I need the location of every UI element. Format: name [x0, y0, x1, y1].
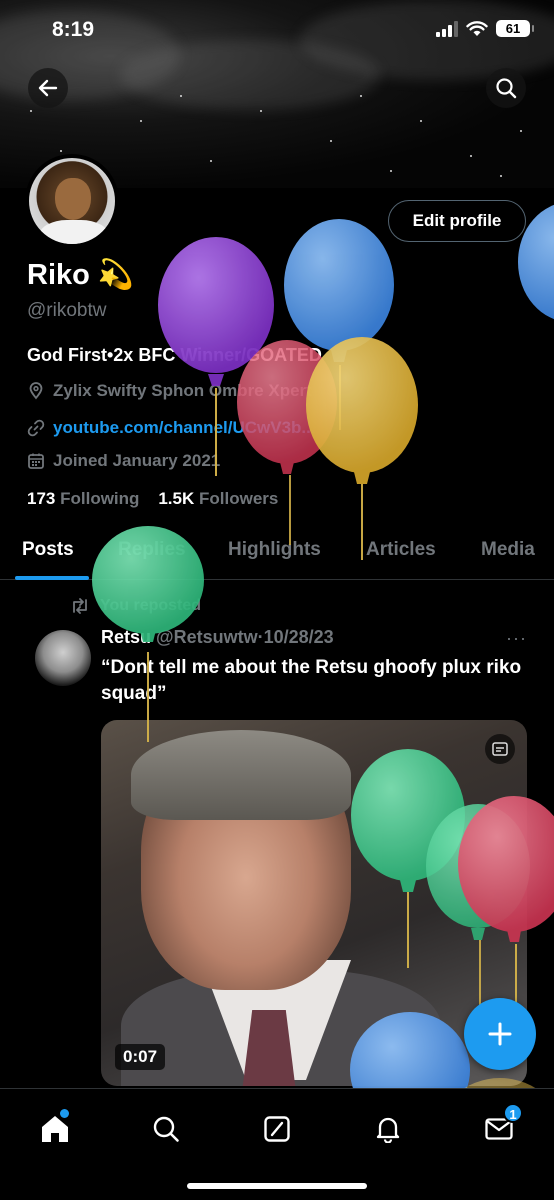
captions-icon[interactable] [485, 734, 515, 764]
nav-grok[interactable] [255, 1107, 299, 1151]
nav-home[interactable] [33, 1107, 77, 1151]
compose-post-button[interactable] [464, 998, 536, 1070]
plus-icon [488, 1022, 512, 1046]
notifications-bell-icon [376, 1117, 400, 1143]
calendar-icon [28, 453, 44, 469]
profile-avatar[interactable] [25, 154, 119, 248]
tab-highlights[interactable]: Highlights [228, 539, 321, 561]
profile-name-text: Riko [27, 259, 90, 291]
tab-posts[interactable]: Posts [22, 539, 74, 561]
profile-joined: Joined January 2021 [27, 451, 220, 471]
tab-articles[interactable]: Articles [366, 539, 436, 561]
home-icon [42, 1116, 68, 1142]
status-bar: 8:19 61 [0, 0, 554, 60]
link-icon [27, 419, 45, 437]
profile-bio: God First•2x BFC Winner/GOATED [27, 345, 322, 365]
tab-replies[interactable]: Replies [118, 539, 186, 561]
repost-icon [73, 598, 87, 614]
home-indicator [187, 1183, 367, 1189]
compose-grok-icon [264, 1116, 290, 1142]
search-icon [153, 1116, 179, 1142]
post-author-handle[interactable]: @Retsuwtw [156, 627, 258, 647]
home-notification-dot [60, 1109, 69, 1118]
repost-label: You reposted [100, 597, 202, 614]
arrow-left-icon [38, 79, 58, 97]
status-time: 8:19 [52, 18, 95, 41]
post-header: Retsu @Retsuwtw·10/28/23 [101, 627, 334, 648]
wifi-icon [466, 20, 488, 36]
video-duration: 0:07 [115, 1044, 166, 1070]
balloon-yellow [306, 337, 418, 560]
post-author-name[interactable]: Retsu [101, 627, 151, 647]
tab-media[interactable]: Media [481, 539, 535, 561]
nav-messages[interactable]: 1 [477, 1103, 523, 1151]
following-link[interactable]: 173 Following [27, 489, 139, 508]
followers-link[interactable]: 1.5K Followers [158, 489, 278, 508]
nav-notifications[interactable] [366, 1107, 410, 1151]
joined-text: Joined January 2021 [53, 451, 221, 470]
profile-name: Riko 💫 [27, 258, 134, 292]
cellular-signal-icon [436, 20, 458, 37]
back-button[interactable] [28, 68, 68, 108]
repost-indicator: You reposted [70, 597, 201, 615]
search-icon [496, 78, 517, 99]
battery-indicator: 61 [496, 20, 534, 37]
location-text: Zylix Swifty Sphon Ombre Xpert [53, 381, 312, 400]
location-pin-icon [29, 382, 43, 400]
profile-website[interactable]: youtube.com/channel/UCwV3b... [27, 418, 316, 438]
search-button[interactable] [486, 68, 526, 108]
bottom-navigation: 1 [0, 1088, 554, 1200]
messages-badge: 1 [503, 1103, 523, 1123]
profile-location: Zylix Swifty Sphon Ombre Xpert [27, 381, 312, 401]
post-date: 10/28/23 [263, 627, 334, 647]
balloon-red [237, 340, 337, 545]
post-text: “Dont tell me about the Retsu ghoofy plu… [101, 657, 522, 704]
dizzy-emoji: 💫 [97, 259, 135, 291]
profile-handle: @rikobtw [27, 300, 107, 321]
post-author-avatar[interactable] [35, 630, 91, 686]
profile-tabs: Posts Replies Highlights Articles Media [0, 528, 554, 580]
nav-search[interactable] [144, 1107, 188, 1151]
follow-stats: 173 Following 1.5K Followers [27, 489, 278, 509]
status-icons: 61 [436, 20, 534, 37]
website-link[interactable]: youtube.com/channel/UCwV3b... [53, 418, 316, 438]
more-options-icon[interactable]: ··· [506, 628, 527, 649]
edit-profile-button[interactable]: Edit profile [388, 200, 526, 242]
active-tab-indicator [15, 576, 89, 580]
